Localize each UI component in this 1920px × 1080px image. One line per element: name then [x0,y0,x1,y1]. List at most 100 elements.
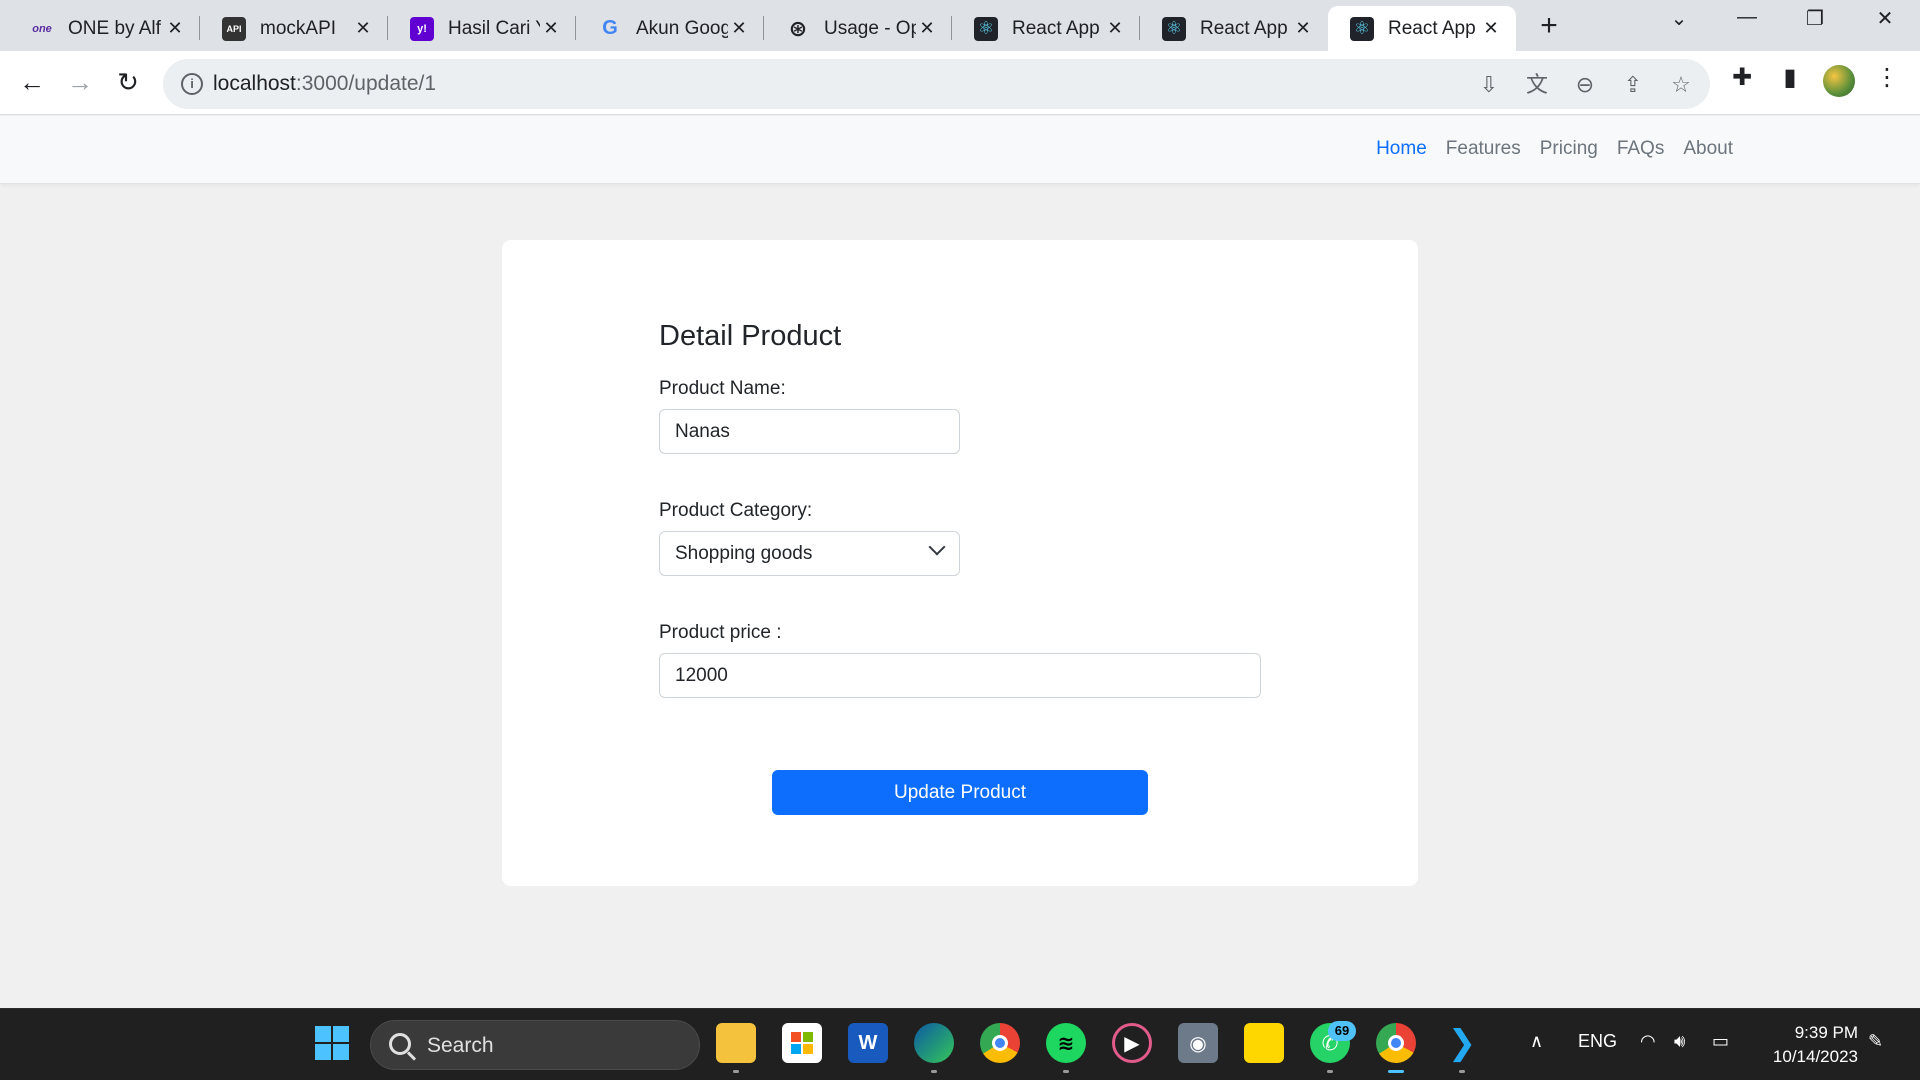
yahoo-logo-icon: y! [410,16,434,41]
new-tab-button[interactable]: + [1530,8,1568,46]
nav-links: Home Features Pricing FAQs About [1357,138,1733,160]
close-icon[interactable]: ✕ [352,18,374,39]
taskbar-search-placeholder: Search [427,1034,494,1057]
volume-icon[interactable]: 🔊︎ [1674,1031,1685,1052]
close-icon[interactable]: ✕ [1480,18,1502,39]
url-path: :3000/update/1 [295,72,437,95]
share-icon[interactable]: ⇪ [1619,71,1647,99]
tab-title: React App [1012,17,1100,39]
profile-avatar[interactable] [1823,65,1855,97]
side-panel-icon[interactable]: ▮ [1774,62,1806,94]
tab-react-app-1[interactable]: ⚛ React App ✕ [952,6,1140,51]
page-content: Home Features Pricing FAQs About Detail … [0,116,1920,1008]
nav-link-home[interactable]: Home [1376,138,1427,160]
close-icon[interactable]: ✕ [728,18,750,39]
restore-button[interactable]: ❐ [1790,6,1840,31]
address-bar[interactable]: i localhost:3000/update/1 ⇩ 文 ⊖ ⇪ ☆ [163,59,1710,109]
file-explorer-icon[interactable] [716,1023,756,1073]
vscode-icon[interactable]: ❯ [1442,1023,1482,1073]
sticky-notes-icon[interactable] [1244,1023,1284,1063]
running-indicator [733,1070,739,1073]
product-form-card: Detail Product Product Name: Nanas Produ… [502,240,1418,886]
extensions-puzzle-icon[interactable]: ✚ [1726,62,1758,94]
site-info-icon[interactable]: i [181,73,203,95]
mockapi-logo-icon: API [222,16,246,41]
site-navbar: Home Features Pricing FAQs About [0,116,1920,184]
close-icon[interactable]: ✕ [916,18,938,39]
taskbar-search-box[interactable]: Search [370,1020,700,1070]
close-icon[interactable]: ✕ [164,18,186,39]
nav-link-about[interactable]: About [1683,138,1733,160]
product-category-label: Product Category: [659,500,813,521]
tab-mockapi[interactable]: API mockAPI ✕ [200,6,388,51]
tab-title: Akun Goog [636,17,728,39]
react-logo-icon: ⚛ [974,16,998,41]
browser-tab-strip: one ONE by Alf ✕ API mockAPI ✕ y! Hasil … [0,0,1920,51]
running-indicator [1063,1070,1069,1073]
react-logo-icon: ⚛ [1162,16,1186,41]
tab-yahoo-search[interactable]: y! Hasil Cari Y ✕ [388,6,576,51]
product-price-input[interactable]: 12000 [659,653,1261,698]
wifi-icon[interactable]: ◠ [1640,1031,1656,1052]
google-logo-icon: G [602,17,618,39]
edge-icon[interactable] [914,1023,954,1073]
url-host: localhost [213,72,296,95]
chrome-profile-icon[interactable] [1376,1023,1416,1073]
close-icon[interactable]: ✕ [1104,18,1126,39]
url-text[interactable]: localhost:3000/update/1 [213,72,436,96]
tab-title: React App [1388,17,1476,39]
product-name-input[interactable]: Nanas [659,409,960,454]
close-window-button[interactable]: ✕ [1860,6,1910,31]
show-hidden-icons-chevron-icon[interactable]: ∧ [1530,1031,1543,1052]
chrome-icon[interactable] [980,1023,1020,1063]
tab-react-app-active[interactable]: ⚛ React App ✕ [1328,6,1516,51]
product-category-value: Shopping goods [675,543,813,564]
clock-date: 10/14/2023 [1772,1047,1858,1066]
tab-search-chevron-icon[interactable]: ⌄ [1654,6,1704,31]
product-price-label: Product price : [659,622,782,643]
install-app-icon[interactable]: ⇩ [1475,71,1503,99]
media-player-icon[interactable]: ▶ [1112,1023,1152,1063]
update-product-button[interactable]: Update Product [772,770,1148,815]
minimize-button[interactable]: — [1722,6,1772,29]
nav-link-features[interactable]: Features [1446,138,1521,160]
zoom-out-icon[interactable]: ⊖ [1571,71,1599,99]
one-logo-icon: one [32,22,52,35]
forward-arrow-icon[interactable]: → [60,63,100,103]
microsoft-store-icon[interactable] [782,1023,822,1063]
kebab-menu-icon[interactable]: ⋮ [1871,62,1903,94]
back-arrow-icon[interactable]: ← [12,63,52,103]
running-indicator [1459,1070,1465,1073]
battery-icon[interactable]: ▭ [1712,1031,1729,1052]
tab-title: mockAPI [260,17,337,39]
bookmark-star-icon[interactable]: ☆ [1667,71,1695,99]
close-icon[interactable]: ✕ [540,18,562,39]
tab-react-app-2[interactable]: ⚛ React App ✕ [1140,6,1328,51]
chrome-center [1388,1035,1404,1051]
nav-link-pricing[interactable]: Pricing [1540,138,1598,160]
translate-icon[interactable]: 文 [1523,71,1551,99]
tab-google-account[interactable]: G Akun Goog ✕ [576,6,764,51]
system-clock[interactable]: 9:39 PM 10/14/2023 [1748,1021,1858,1069]
whatsapp-notification-badge: 69 [1328,1021,1356,1041]
tab-title: Usage - Op [824,17,916,39]
camera-icon[interactable]: ◉ [1178,1023,1218,1063]
reload-icon[interactable]: ↻ [108,63,148,103]
tab-openai-usage[interactable]: ⊛ Usage - Op ✕ [764,6,952,51]
tab-title: ONE by Alf [68,17,161,39]
spotify-icon[interactable]: ≋ [1046,1023,1086,1073]
chrome-center [992,1035,1008,1051]
running-indicator [931,1070,937,1073]
nav-link-faqs[interactable]: FAQs [1617,138,1665,160]
openai-logo-icon: ⊛ [788,15,808,41]
tab-one-by-alf[interactable]: one ONE by Alf ✕ [8,6,200,51]
notification-bell-icon[interactable]: ✎ [1868,1031,1883,1052]
language-indicator[interactable]: ENG [1578,1031,1617,1052]
tab-title: React App [1200,17,1288,39]
close-icon[interactable]: ✕ [1292,18,1314,39]
word-icon[interactable]: W [848,1023,888,1063]
windows-start-icon[interactable] [312,1023,352,1063]
product-category-select[interactable]: Shopping goods [659,531,960,576]
search-icon [389,1033,411,1055]
running-indicator [1327,1070,1333,1073]
